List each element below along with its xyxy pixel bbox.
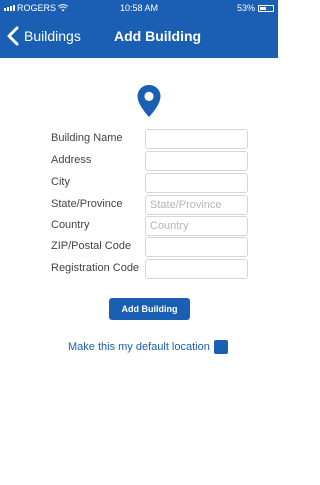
form-row-state-province: State/Province	[51, 195, 250, 215]
page-title: Add Building	[114, 28, 202, 44]
form-row-city: City	[51, 173, 250, 193]
status-bar: ROGERS 10:58 AM 53%	[0, 0, 278, 16]
back-button[interactable]: Buildings	[6, 26, 81, 46]
country-label: Country	[51, 219, 90, 231]
form-row-building-name: Building Name	[51, 129, 250, 149]
default-location-row[interactable]: Make this my default location	[68, 340, 228, 354]
city-input[interactable]	[145, 173, 248, 193]
status-battery: 53%	[237, 3, 274, 13]
back-label: Buildings	[24, 28, 81, 44]
form-row-country: Country	[51, 216, 250, 236]
form-row-zip-postal-code: ZIP/Postal Code	[51, 237, 250, 257]
battery-icon	[258, 4, 274, 12]
state-province-label: State/Province	[51, 198, 123, 210]
building-name-label: Building Name	[51, 132, 123, 144]
chevron-left-icon	[7, 26, 19, 46]
nav-bar: Buildings Add Building	[0, 16, 278, 58]
city-label: City	[51, 176, 70, 188]
zip-postal-code-label: ZIP/Postal Code	[51, 240, 132, 252]
state-province-input[interactable]	[145, 195, 248, 215]
default-location-label[interactable]: Make this my default location	[68, 341, 210, 353]
form-row-registration-code: Registration Code	[51, 259, 250, 279]
form-row-address: Address	[51, 151, 250, 171]
header: ROGERS 10:58 AM 53% Buildings Add Buildi…	[0, 0, 278, 58]
battery-percent: 53%	[236, 3, 255, 13]
address-input[interactable]	[145, 151, 248, 171]
country-input[interactable]	[145, 216, 248, 236]
location-pin-icon	[137, 85, 161, 117]
default-location-checkbox[interactable]	[213, 340, 228, 354]
registration-code-label: Registration Code	[51, 262, 140, 274]
address-label: Address	[51, 154, 92, 166]
registration-code-input[interactable]	[145, 259, 248, 279]
zip-postal-code-input[interactable]	[145, 237, 248, 257]
add-building-button[interactable]: Add Building	[109, 298, 190, 320]
building-name-input[interactable]	[145, 129, 248, 149]
